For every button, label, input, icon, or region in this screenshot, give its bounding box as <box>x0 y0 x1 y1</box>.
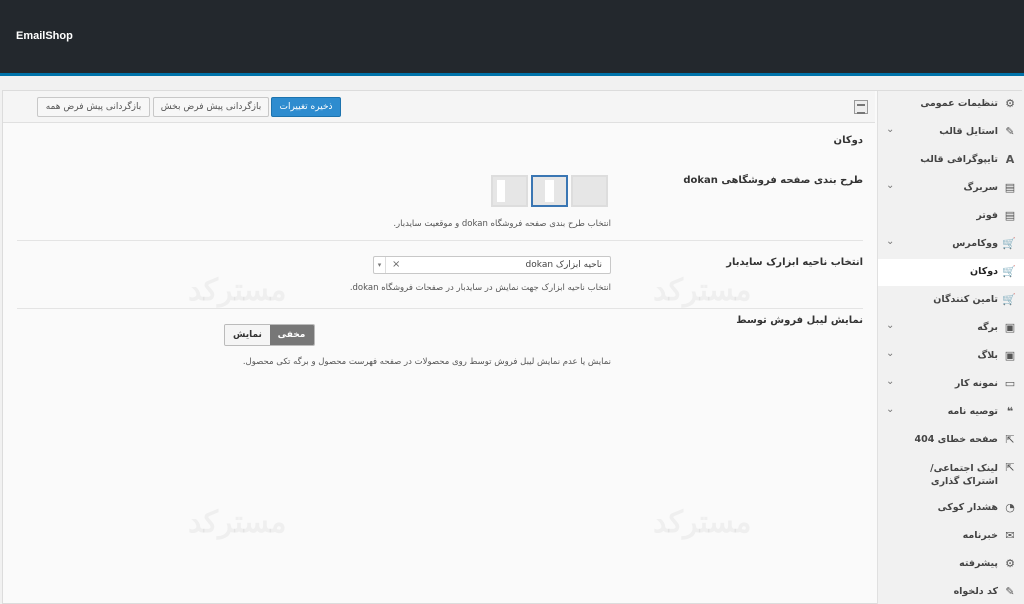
chevron-down-icon: ⌄ <box>886 180 895 191</box>
expand-icon[interactable] <box>854 100 868 114</box>
watermark-3: مسترکد <box>188 505 286 540</box>
layout-no-sidebar-option[interactable] <box>531 175 568 207</box>
sidebar-item-label: لینک اجتماعی/ اشتراک گذاری <box>930 463 998 487</box>
cookie-icon: ◔ <box>1005 501 1015 514</box>
layout-row: طرح بندی صفحه فروشگاهی dokan انتخاب طرح … <box>17 163 863 241</box>
options-sidebar: ⚙ تنظیمات عمومی ✎ استایل قالب ⌄ A تایپوگ… <box>877 91 1024 604</box>
chevron-down-icon: ⌄ <box>886 348 895 359</box>
sidebar-item-label: دوکان <box>970 266 998 277</box>
brand-title: EmailShop <box>16 30 73 42</box>
sidebar-item-advanced[interactable]: ⚙ پیشرفته <box>878 551 1024 578</box>
sale-label-desc: نمایش یا عدم نمایش لیبل فروش توسط روی مح… <box>242 357 611 367</box>
chevron-down-icon[interactable]: ▾ <box>374 257 386 273</box>
sidebar-item-label: توصیه نامه <box>947 406 998 417</box>
header-icon: ▤ <box>1004 181 1016 194</box>
sidebar-item-404[interactable]: ⇱ صفحه خطای 404 <box>878 427 1024 454</box>
options-panel: بازگردانی پیش فرض همه بازگردانی پیش فرض … <box>2 90 1024 604</box>
font-icon: A <box>1005 153 1015 166</box>
sidebar-item-label: کد دلخواه <box>953 586 998 597</box>
edit-icon: ✎ <box>1005 585 1015 598</box>
sale-label-row: نمایش لیبل فروش توسط نمایش یا عدم نمایش … <box>17 311 863 367</box>
sidebar-item-label: تایپوگرافی قالب <box>920 154 998 165</box>
mail-icon: ✉ <box>1005 529 1015 542</box>
sidebar-item-social[interactable]: ⇱ لینک اجتماعی/ اشتراک گذاری <box>878 455 1024 493</box>
sidebar-item-header[interactable]: ▤ سربرگ ⌄ <box>878 175 1024 202</box>
layout-right-sidebar-option[interactable] <box>571 175 608 207</box>
sidebar-item-vendors[interactable]: 🛒 تامین کنندگان <box>878 287 1024 314</box>
share-icon: ⇱ <box>1005 433 1015 446</box>
gears-icon: ⚙ <box>1005 557 1015 570</box>
sidebar-item-testimonials[interactable]: ❝ توصیه نامه ⌄ <box>878 399 1024 426</box>
sidebar-item-custom-code[interactable]: ✎ کد دلخواه <box>878 579 1024 604</box>
share-icon: ⇱ <box>1005 461 1015 474</box>
portfolio-icon: ▭ <box>1004 377 1016 390</box>
layout-label: طرح بندی صفحه فروشگاهی dokan <box>683 175 863 186</box>
sidebar-area-desc: انتخاب ناحیه ابزارک جهت نمایش در سایدبار… <box>349 283 611 293</box>
section-title: دوکان <box>833 135 863 146</box>
toolbar: بازگردانی پیش فرض همه بازگردانی پیش فرض … <box>3 91 875 123</box>
sidebar-item-label: صفحه خطای 404 <box>914 434 998 445</box>
chevron-down-icon: ⌄ <box>886 320 895 331</box>
blog-icon: ▣ <box>1004 349 1016 362</box>
sidebar-item-label: استایل قالب <box>939 126 998 137</box>
sidebar-item-label: تامین کنندگان <box>933 294 998 305</box>
reset-all-button[interactable]: بازگردانی پیش فرض همه <box>37 97 150 117</box>
sidebar-item-blog[interactable]: ▣ بلاگ ⌄ <box>878 343 1024 370</box>
brush-icon: ✎ <box>1005 125 1015 138</box>
page-icon: ▣ <box>1004 321 1016 334</box>
layout-left-sidebar-option[interactable] <box>491 175 528 207</box>
hide-option[interactable]: مخفی <box>269 325 314 345</box>
gear-icon: ⚙ <box>1005 97 1015 110</box>
sale-label-toggle: مخفی نمایش <box>224 324 315 346</box>
sidebar-item-label: تنظیمات عمومی <box>920 98 998 109</box>
sidebar-item-portfolio[interactable]: ▭ نمونه کار ⌄ <box>878 371 1024 398</box>
layout-options <box>491 175 609 207</box>
cart-icon: 🛒 <box>1002 237 1016 250</box>
show-option[interactable]: نمایش <box>225 325 270 345</box>
sidebar-area-row: انتخاب ناحیه ابزارک سایدبار انتخاب ناحیه… <box>17 243 863 309</box>
sidebar-item-label: هشدار کوکی <box>937 502 998 513</box>
sidebar-area-select[interactable]: ناحیه ابزارک dokan × ▾ <box>373 256 611 274</box>
sidebar-item-label: برگه <box>977 322 998 333</box>
sidebar-area-value: ناحیه ابزارک dokan <box>525 260 602 270</box>
layout-desc: انتخاب طرح بندی صفحه فروشگاه dokan و موق… <box>393 219 611 229</box>
chevron-down-icon: ⌄ <box>886 236 895 247</box>
chevron-down-icon: ⌄ <box>886 404 895 415</box>
sidebar-item-typography[interactable]: A تایپوگرافی قالب <box>878 147 1024 174</box>
footer-icon: ▤ <box>1004 209 1016 222</box>
cart-icon: 🛒 <box>1002 265 1016 278</box>
sidebar-item-page[interactable]: ▣ برگه ⌄ <box>878 315 1024 342</box>
sidebar-item-label: بلاگ <box>977 350 998 361</box>
quote-icon: ❝ <box>1006 405 1014 418</box>
sidebar-item-style[interactable]: ✎ استایل قالب ⌄ <box>878 119 1024 146</box>
sidebar-item-woocommerce[interactable]: 🛒 ووکامرس ⌄ <box>878 231 1024 258</box>
sidebar-item-newsletter[interactable]: ✉ خبرنامه <box>878 523 1024 550</box>
sale-label-label: نمایش لیبل فروش توسط <box>736 315 863 326</box>
sidebar-item-general[interactable]: ⚙ تنظیمات عمومی <box>878 91 1024 118</box>
sidebar-item-dokan[interactable]: 🛒 دوکان <box>878 259 1024 286</box>
save-button[interactable]: ذخیره تغییرات <box>271 97 341 117</box>
watermark-4: مسترکد <box>653 505 751 540</box>
sidebar-item-footer[interactable]: ▤ فوتر <box>878 203 1024 230</box>
chevron-down-icon: ⌄ <box>886 376 895 387</box>
sidebar-item-label: ووکامرس <box>952 238 998 249</box>
top-bar: EmailShop <box>0 0 1024 76</box>
reset-section-button[interactable]: بازگردانی پیش فرض بخش <box>153 97 269 117</box>
sidebar-item-label: پیشرفته <box>959 558 998 569</box>
chevron-down-icon: ⌄ <box>886 124 895 135</box>
sidebar-item-label: سربرگ <box>963 182 998 193</box>
sidebar-item-label: فوتر <box>976 210 998 221</box>
sidebar-item-cookie[interactable]: ◔ هشدار کوکی <box>878 495 1024 522</box>
sidebar-area-label: انتخاب ناحیه ابزارک سایدبار <box>726 257 863 268</box>
content-area: مسترکد مسترکد مسترکد مسترکد دوکان طرح بن… <box>3 123 875 604</box>
clear-icon[interactable]: × <box>392 259 400 270</box>
sidebar-item-label: خبرنامه <box>962 530 998 541</box>
cart-icon: 🛒 <box>1002 293 1016 306</box>
sidebar-item-label: نمونه کار <box>954 378 998 389</box>
